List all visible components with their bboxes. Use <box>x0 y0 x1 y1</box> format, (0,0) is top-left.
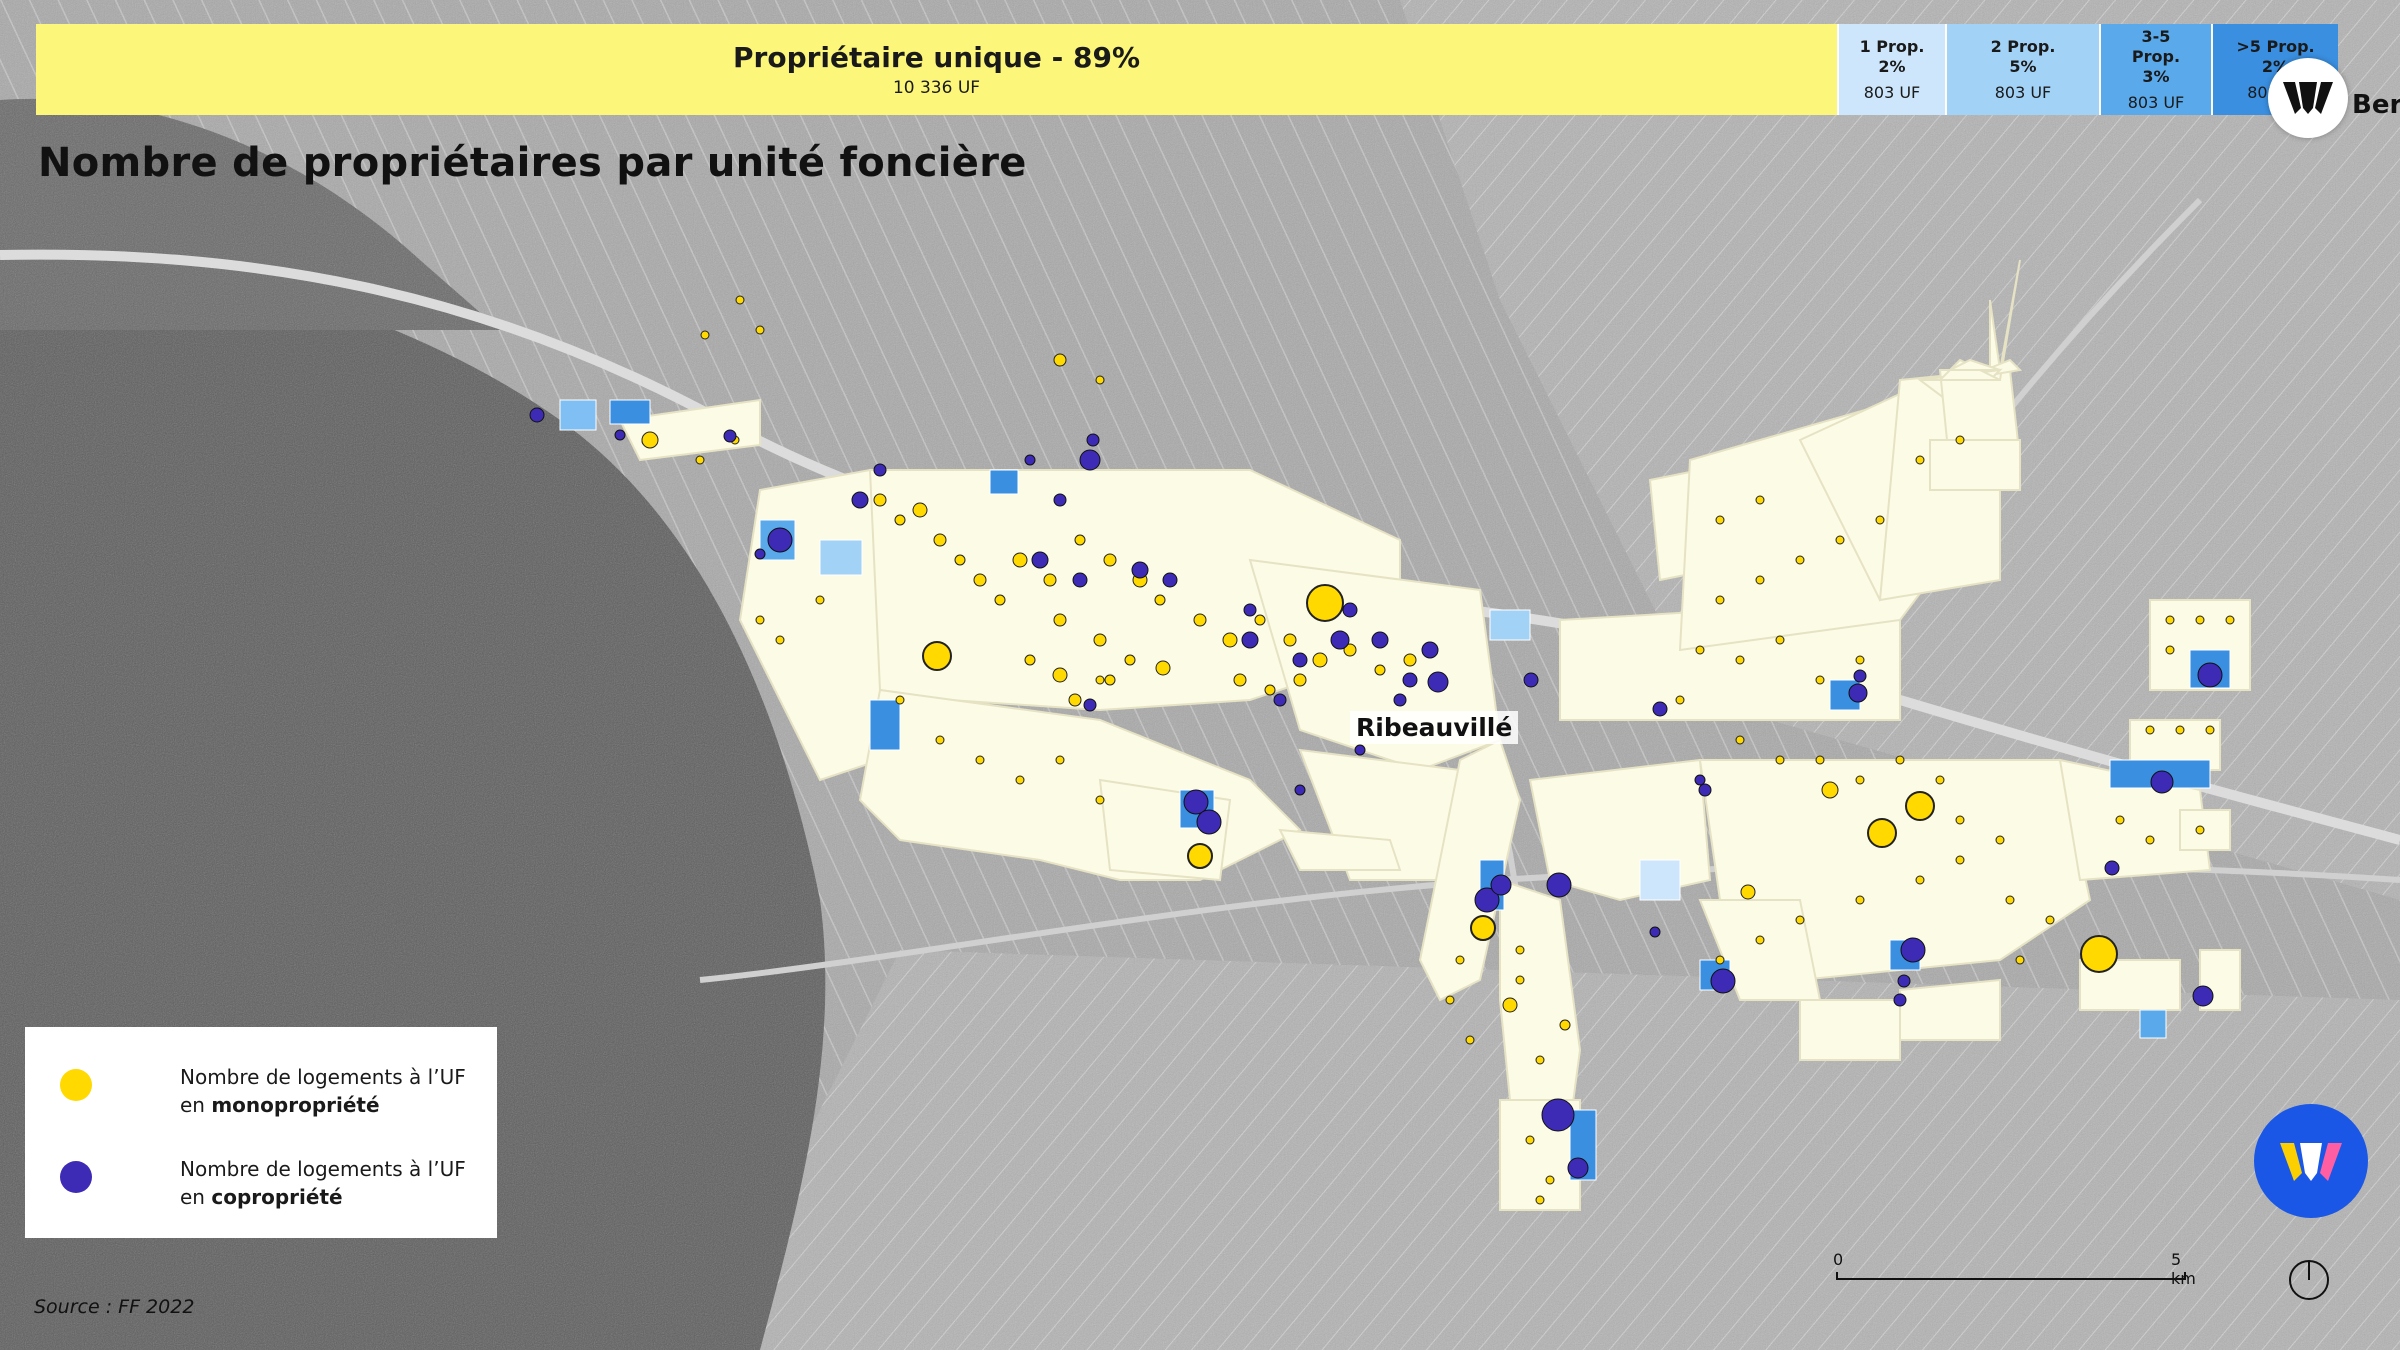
scale-bar: 0 5 km <box>1833 1250 2203 1290</box>
source-note: Source : FF 2022 <box>34 1296 195 1318</box>
brand-badge-icon <box>2280 1143 2342 1181</box>
scale-line <box>1836 1278 2186 1280</box>
segment-1-prop-count: 803 UF <box>1863 83 1921 102</box>
segment-single-owner: Propriétaire unique - 89% 10 336 UF <box>36 24 1837 115</box>
brand-badge[interactable] <box>2254 1104 2368 1218</box>
scale-end-label: 5 km <box>2171 1250 2196 1288</box>
ownership-distribution-bar: Propriétaire unique - 89% 10 336 UF 1 Pr… <box>36 24 2338 115</box>
brand-text: Bere <box>2352 90 2400 120</box>
segment-3-5-prop-label: 3-5 Prop. 3% <box>2131 27 2181 86</box>
segment-3-5-prop: 3-5 Prop. 3% 803 UF <box>2099 24 2211 115</box>
legend-mono-text: Nombre de logements à l’UF en monopropri… <box>180 1063 466 1119</box>
map-title: Nombre de propriétaires par unité fonciè… <box>38 140 1027 186</box>
segment-single-owner-count: 10 336 UF <box>892 78 981 98</box>
logo-icon <box>2283 82 2333 114</box>
place-label: Ribeauvillé <box>1350 711 1519 744</box>
north-arrow-icon <box>2289 1260 2329 1300</box>
segment-single-owner-label: Propriétaire unique - 89% <box>733 41 1140 74</box>
scale-tick-end <box>2184 1272 2186 1280</box>
legend-copro-line2: en copropriété <box>180 1185 343 1209</box>
segment-2-prop-label: 2 Prop. 5% <box>1990 37 2056 76</box>
legend-item-copro: Nombre de logements à l’UF en copropriét… <box>60 1155 466 1211</box>
legend-mono-line2: en monopropriété <box>180 1093 380 1117</box>
legend-copro-line1: Nombre de logements à l’UF <box>180 1157 466 1181</box>
legend-copro-text: Nombre de logements à l’UF en copropriét… <box>180 1155 466 1211</box>
segment-2-prop-count: 803 UF <box>1994 83 2052 102</box>
segment-1-prop-label: 1 Prop. 2% <box>1859 37 1925 76</box>
legend-copro-swatch <box>60 1161 92 1193</box>
scale-tick-start <box>1836 1272 1838 1280</box>
legend-item-mono: Nombre de logements à l’UF en monopropri… <box>60 1063 466 1119</box>
legend-mono-swatch <box>60 1069 92 1101</box>
legend-mono-line1: Nombre de logements à l’UF <box>180 1065 466 1089</box>
segment-3-5-prop-count: 803 UF <box>2127 93 2185 112</box>
scale-start-label: 0 <box>1833 1250 1844 1269</box>
segment-1-prop: 1 Prop. 2% 803 UF <box>1837 24 1945 115</box>
legend: Nombre de logements à l’UF en monopropri… <box>25 1027 497 1238</box>
brand-logo[interactable] <box>2268 58 2348 138</box>
segment-2-prop: 2 Prop. 5% 803 UF <box>1945 24 2099 115</box>
